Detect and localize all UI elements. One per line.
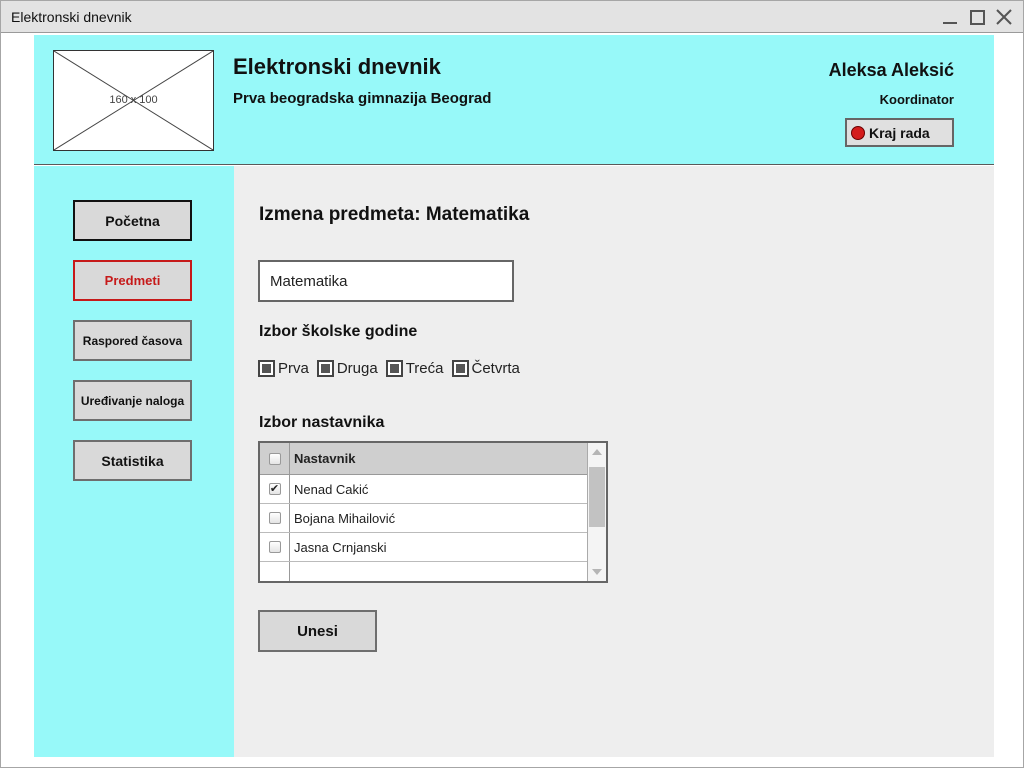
- table-row[interactable]: ✔ Nenad Cakić: [260, 475, 587, 504]
- checkbox[interactable]: [385, 360, 403, 377]
- logo-placeholder: 160 x 100: [53, 50, 214, 151]
- row-checkbox-cell: [260, 562, 290, 581]
- sidebar-item-statistika[interactable]: Statistika: [73, 440, 192, 481]
- teacher-name: Jasna Crnjanski: [294, 539, 387, 555]
- year-label: Druga: [336, 360, 378, 377]
- checkbox[interactable]: [258, 360, 275, 377]
- sidebar-item-pocetna[interactable]: Početna: [73, 200, 192, 241]
- window-title: Elektronski dnevnik: [11, 9, 132, 25]
- year-checkbox-treca[interactable]: Treća: [385, 360, 444, 377]
- year-checkbox-cetvrta[interactable]: Četvrta: [451, 360, 520, 377]
- checkmark-icon: ✔: [269, 482, 280, 495]
- row-checkbox-cell: [260, 533, 290, 561]
- year-label: Prva: [278, 360, 309, 377]
- table-row[interactable]: Bojana Mihailović: [260, 504, 587, 533]
- maximize-icon: [969, 9, 985, 25]
- table-scrollbar[interactable]: [587, 443, 606, 581]
- checkbox[interactable]: [316, 360, 334, 377]
- row-checkbox[interactable]: [268, 512, 281, 524]
- sidebar-item-uredjivanje-naloga[interactable]: Uređivanje naloga: [73, 380, 192, 421]
- school-name: Prva beogradska gimnazija Beograd: [233, 90, 492, 107]
- row-checkbox[interactable]: [268, 541, 281, 553]
- teacher-name: Bojana Mihailović: [294, 510, 396, 526]
- checkbox[interactable]: [451, 360, 469, 377]
- table-header: Nastavnik: [260, 443, 587, 475]
- scroll-down-icon[interactable]: [592, 569, 602, 575]
- checkbox-checked-icon: [455, 364, 465, 373]
- year-checkbox-druga[interactable]: Druga: [316, 360, 378, 377]
- logo-placeholder-label: 160 x 100: [109, 94, 158, 106]
- app-window: Elektronski dnevnik 160 x 100 Elektronsk…: [0, 0, 1024, 768]
- header: 160 x 100 Elektronski dnevnik Prva beogr…: [34, 35, 994, 165]
- sidebar-item-predmeti[interactable]: Predmeti: [73, 260, 192, 301]
- app-content: 160 x 100 Elektronski dnevnik Prva beogr…: [34, 35, 994, 757]
- title-bar: Elektronski dnevnik: [1, 1, 1023, 33]
- school-year-label: Izbor školske godine: [259, 323, 418, 340]
- scrollbar-thumb[interactable]: [589, 467, 605, 527]
- teacher-selection-label: Izbor nastavnika: [259, 414, 385, 431]
- minimize-icon: [943, 22, 957, 24]
- row-checkbox-cell: ✔: [260, 475, 290, 503]
- close-button[interactable]: [993, 7, 1015, 27]
- row-checkbox-cell: [260, 504, 290, 532]
- checkbox-checked-icon: [389, 364, 399, 373]
- red-circle-icon: [851, 125, 865, 140]
- checkbox-checked-icon: [320, 364, 330, 373]
- scroll-up-icon[interactable]: [592, 449, 602, 455]
- year-checkbox-prva[interactable]: Prva: [258, 360, 309, 377]
- table-row[interactable]: Jasna Crnjanski: [260, 533, 587, 562]
- subject-name-input[interactable]: [258, 260, 514, 302]
- page-title: Izmena predmeta: Matematika: [259, 204, 530, 225]
- row-checkbox[interactable]: ✔: [268, 482, 281, 495]
- maximize-button[interactable]: [966, 7, 988, 27]
- minimize-button[interactable]: [939, 7, 961, 27]
- logout-button[interactable]: Kraj rada: [845, 118, 954, 147]
- checkbox-checked-icon: [262, 364, 271, 373]
- year-label: Četvrta: [471, 360, 520, 377]
- table-row-empty: [260, 562, 587, 581]
- teacher-name: Nenad Cakić: [294, 481, 369, 497]
- select-all-cell: [260, 443, 290, 474]
- sidebar-item-raspored-casova[interactable]: Raspored časova: [73, 320, 192, 361]
- sidebar: Početna Predmeti Raspored časova Uređiva…: [34, 166, 234, 757]
- select-all-checkbox[interactable]: [268, 452, 281, 465]
- column-header-nastavnik: Nastavnik: [294, 451, 356, 466]
- submit-button[interactable]: Unesi: [258, 610, 377, 652]
- school-year-checkboxes: Prva Druga Treća Četvrta: [258, 360, 528, 377]
- close-icon: [996, 9, 1012, 25]
- teacher-table: Nastavnik ✔ Nenad Cakić Bojana Mihailovi…: [258, 441, 608, 583]
- year-label: Treća: [405, 360, 444, 377]
- user-name: Aleksa Aleksić: [828, 60, 954, 80]
- logout-label: Kraj rada: [869, 124, 930, 141]
- user-role: Koordinator: [879, 92, 954, 107]
- main-content: Izmena predmeta: Matematika Izbor školsk…: [234, 166, 994, 757]
- app-title: Elektronski dnevnik: [233, 54, 441, 79]
